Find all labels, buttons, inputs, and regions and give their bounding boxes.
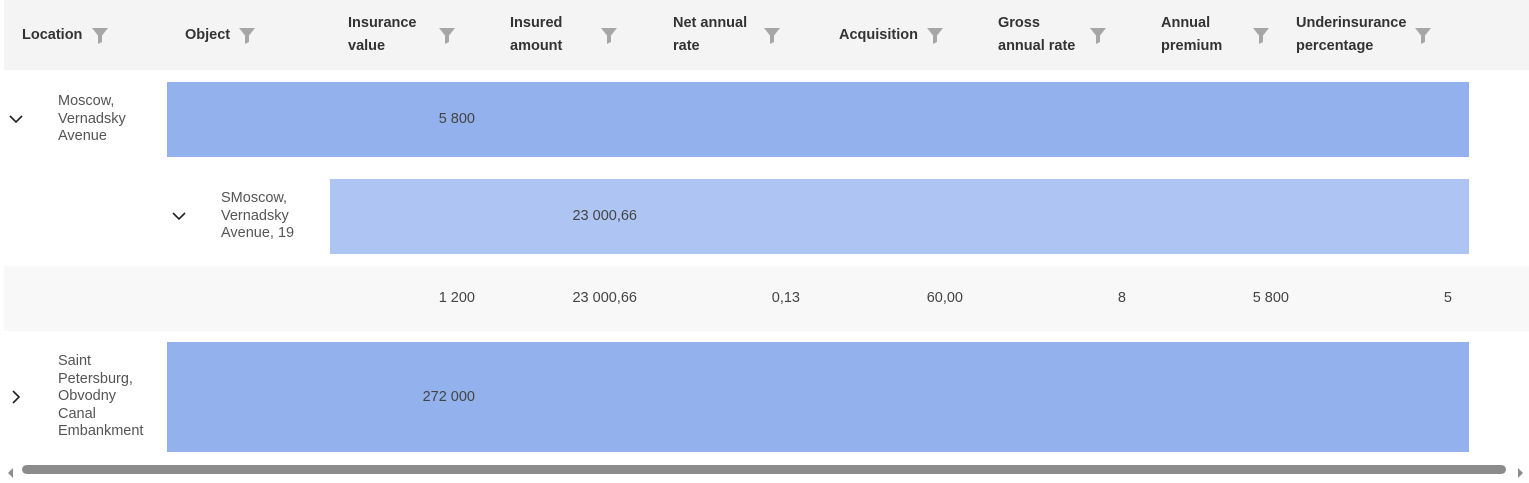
filter-icon[interactable] xyxy=(763,26,781,44)
scrollbar-thumb[interactable] xyxy=(22,465,1506,474)
cell-annual-premium: 5 800 xyxy=(1252,290,1289,306)
column-label: value xyxy=(348,38,386,54)
column-label: amount xyxy=(510,38,563,54)
object-line: Avenue, 19 xyxy=(221,225,295,241)
filter-icon[interactable] xyxy=(926,26,944,44)
location-line: Vernadsky xyxy=(58,110,126,127)
column-header-acquisition: Acquisition xyxy=(839,0,918,70)
column-header-insurance-value: Insurance value xyxy=(348,0,417,70)
scroll-left-icon[interactable] xyxy=(7,465,15,478)
column-label: Insurance xyxy=(348,15,417,31)
filter-icon[interactable] xyxy=(1252,26,1270,44)
group-row-band[interactable] xyxy=(167,342,1469,452)
scroll-right-icon[interactable] xyxy=(1516,465,1524,478)
column-label: annual rate xyxy=(998,38,1076,54)
column-label: Acquisition xyxy=(839,26,918,43)
column-label: premium xyxy=(1161,38,1223,54)
group-location: Moscow, Vernadsky Avenue xyxy=(58,93,158,146)
cell-net-annual-rate: 0,13 xyxy=(771,290,800,306)
column-label: Net annual xyxy=(673,15,748,31)
filter-icon[interactable] xyxy=(600,26,618,44)
column-header-gross-annual-rate: Gross annual rate xyxy=(998,0,1075,70)
group-insurance-value: 5 800 xyxy=(438,111,475,127)
location-line: Avenue xyxy=(58,128,107,144)
location-line: Petersburg, xyxy=(58,370,133,387)
filter-icon[interactable] xyxy=(1414,26,1432,44)
filter-icon[interactable] xyxy=(438,26,456,44)
column-header-net-annual-rate: Net annual rate xyxy=(673,0,747,70)
cell-underinsurance-percentage: 5 xyxy=(1443,290,1452,306)
filter-icon[interactable] xyxy=(1089,26,1107,44)
location-line: Moscow, xyxy=(58,93,115,109)
column-label: Insured xyxy=(510,15,563,31)
column-header-underinsurance-percentage: Underinsurance percentage xyxy=(1296,0,1406,70)
cell-insurance-value: 1 200 xyxy=(438,290,475,306)
column-label: Gross xyxy=(998,15,1040,31)
column-label: Annual xyxy=(1161,15,1211,31)
location-line: Embankment xyxy=(58,423,144,439)
cell-acquisition: 60,00 xyxy=(926,290,963,306)
column-label: percentage xyxy=(1296,38,1374,54)
group-insurance-value: 272 000 xyxy=(422,389,475,405)
cell-insured-amount: 23 000,66 xyxy=(572,290,637,306)
filter-icon[interactable] xyxy=(238,26,256,44)
chevron-down-icon[interactable] xyxy=(170,207,188,225)
chevron-down-icon[interactable] xyxy=(7,110,25,128)
column-label: Location xyxy=(22,26,83,43)
object-name: SMoscow, Vernadsky Avenue, 19 xyxy=(221,190,321,243)
group-row-band[interactable] xyxy=(167,82,1469,157)
column-label: Underinsurance xyxy=(1296,15,1407,31)
column-header-location: Location xyxy=(22,0,82,70)
location-line: Obvodny xyxy=(58,388,117,404)
object-line: SMoscow, xyxy=(221,190,288,206)
column-label: Object xyxy=(185,26,231,43)
object-line: Vernadsky xyxy=(221,207,289,224)
group-location: Saint Petersburg, Obvodny Canal Embankme… xyxy=(58,353,163,441)
object-row-band[interactable] xyxy=(330,179,1469,254)
column-header-object: Object xyxy=(185,0,230,70)
location-line: Saint xyxy=(58,353,92,369)
location-line: Canal xyxy=(58,405,96,422)
column-header-annual-premium: Annual premium xyxy=(1161,0,1222,70)
filter-icon[interactable] xyxy=(91,26,109,44)
object-insured-amount: 23 000,66 xyxy=(572,208,637,224)
cell-gross-annual-rate: 8 xyxy=(1117,290,1126,306)
column-label: rate xyxy=(673,38,700,54)
column-header-insured-amount: Insured amount xyxy=(510,0,562,70)
chevron-right-icon[interactable] xyxy=(7,388,25,406)
